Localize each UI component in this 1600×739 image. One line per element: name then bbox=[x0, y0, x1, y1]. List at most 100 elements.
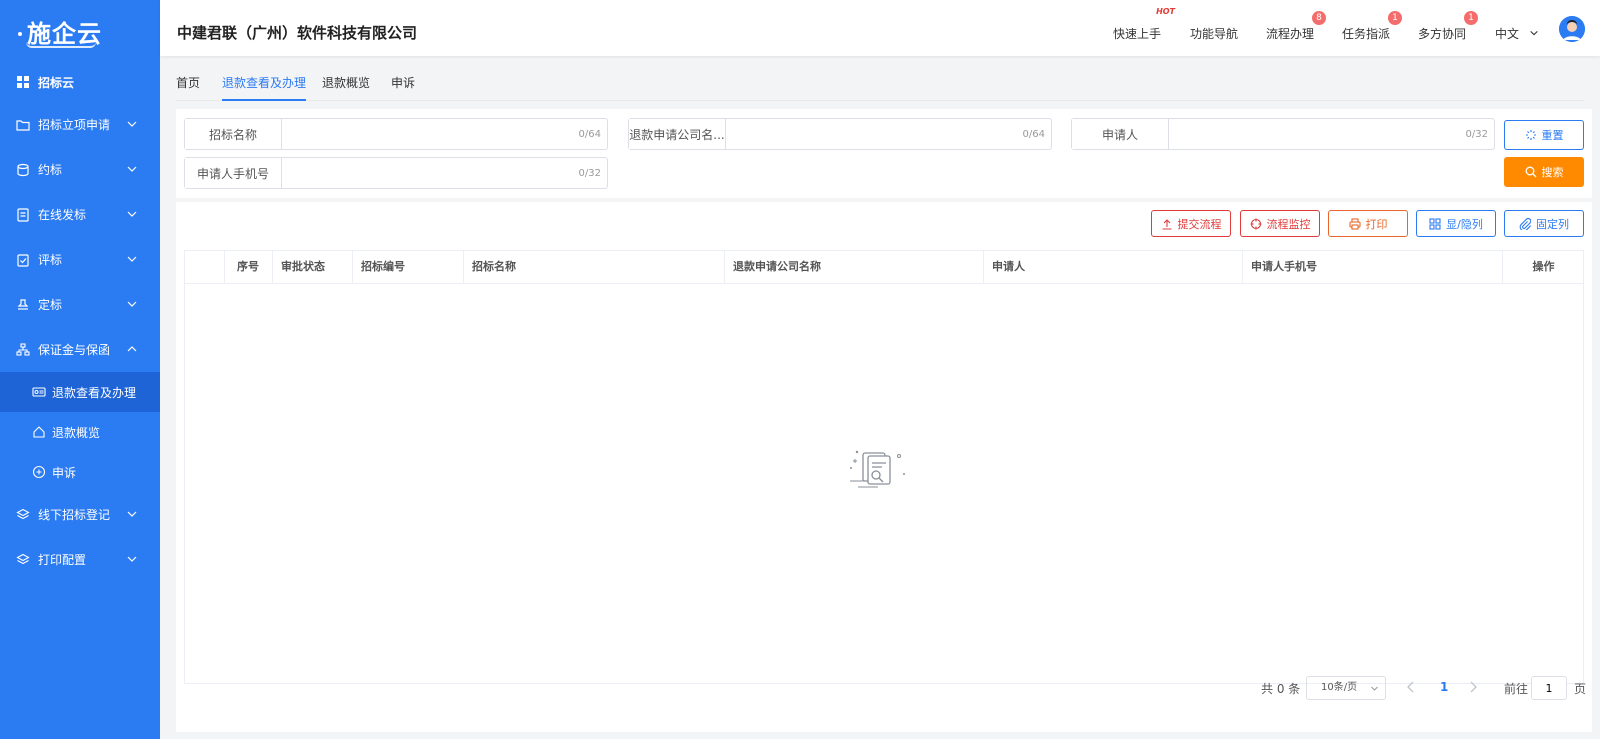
search-icon bbox=[1525, 166, 1536, 178]
stamp-icon bbox=[17, 298, 29, 310]
process-monitor-button[interactable]: 流程监控 bbox=[1240, 210, 1320, 237]
sidebar-item-label: 保证金与保函 bbox=[38, 343, 111, 357]
fix-columns-label: 固定列 bbox=[1536, 217, 1569, 231]
printer-icon bbox=[1348, 217, 1361, 230]
sidebar-subitem-label: 退款查看及办理 bbox=[52, 385, 137, 400]
sidebar-subitem-refund-overview[interactable]: 退款概览 bbox=[0, 412, 160, 452]
notification-badge: 1 bbox=[1388, 11, 1403, 25]
search-field-bid-name: 招标名称 0/64 bbox=[184, 118, 608, 150]
id-card-icon bbox=[32, 387, 46, 397]
print-label: 打印 bbox=[1365, 217, 1388, 231]
bid-name-input[interactable] bbox=[282, 119, 579, 149]
page-size-label: 10条/页 bbox=[1321, 682, 1358, 693]
column-header-checkbox[interactable] bbox=[185, 251, 225, 283]
checklist-icon bbox=[17, 253, 29, 267]
folder-icon bbox=[16, 119, 30, 131]
reset-button[interactable]: 重置 bbox=[1504, 120, 1584, 150]
nav-process-handle[interactable]: 流程办理 8 bbox=[1266, 11, 1327, 42]
char-counter: 0/32 bbox=[1465, 128, 1488, 140]
language-selector[interactable]: 中文 bbox=[1495, 25, 1539, 42]
sidebar-item-project-apply[interactable]: 招标立项申请 bbox=[0, 102, 160, 147]
toggle-columns-button[interactable]: 显/隐列 bbox=[1416, 210, 1496, 237]
chevron-down-icon bbox=[1371, 686, 1378, 691]
sidebar-item-label: 定标 bbox=[38, 298, 63, 312]
layers-icon bbox=[16, 508, 30, 519]
char-counter: 0/32 bbox=[578, 167, 601, 179]
goto-page-input[interactable] bbox=[1531, 676, 1567, 700]
layers-icon bbox=[16, 553, 30, 564]
applicant-input[interactable] bbox=[1169, 119, 1466, 149]
sidebar-item-award[interactable]: 定标 bbox=[0, 282, 160, 327]
user-avatar[interactable] bbox=[1559, 16, 1585, 42]
column-header-applicant-phone: 申请人手机号 bbox=[1243, 251, 1503, 283]
sidebar-item-label: 评标 bbox=[38, 253, 63, 267]
column-header-company-name: 退款申请公司名称 bbox=[725, 251, 984, 283]
empty-data-icon bbox=[850, 450, 905, 488]
next-page-icon[interactable] bbox=[1468, 681, 1478, 693]
chevron-down-icon bbox=[127, 166, 137, 172]
search-field-applicant-phone: 申请人手机号 0/32 bbox=[184, 157, 608, 189]
data-table: 序号 审批状态 招标编号 招标名称 退款申请公司名称 申请人 申请人手机号 操作 bbox=[184, 250, 1584, 684]
field-label: 申请人 bbox=[1072, 119, 1169, 149]
nav-feature-guide[interactable]: 功能导航 bbox=[1190, 25, 1238, 42]
chevron-down-icon bbox=[1530, 30, 1538, 36]
page-size-select[interactable]: 10条/页 bbox=[1306, 676, 1386, 700]
nav-label: 任务指派 bbox=[1342, 27, 1391, 41]
field-label: 退款申请公司名... bbox=[629, 119, 726, 149]
nav-collaboration[interactable]: 多方协同 1 bbox=[1418, 11, 1479, 42]
toggle-columns-label: 显/隐列 bbox=[1446, 217, 1483, 231]
brand-logo[interactable]: 施企云 bbox=[0, 0, 160, 62]
sidebar-subitem-refund-view[interactable]: 退款查看及办理 bbox=[0, 372, 160, 412]
home-icon bbox=[33, 426, 45, 438]
fix-columns-button[interactable]: 固定列 bbox=[1504, 210, 1584, 237]
org-chart-icon bbox=[16, 342, 30, 356]
page-tabs: 首页 退款查看及办理 退款概览 申诉 bbox=[176, 74, 1584, 101]
column-header-actions: 操作 bbox=[1532, 260, 1555, 273]
sidebar-subitem-label: 申诉 bbox=[52, 465, 77, 480]
search-field-company-name: 退款申请公司名... 0/64 bbox=[628, 118, 1052, 150]
search-label: 搜索 bbox=[1541, 166, 1564, 179]
chevron-up-icon bbox=[127, 346, 137, 352]
nav-task-assign[interactable]: 任务指派 1 bbox=[1342, 11, 1403, 42]
applicant-phone-input[interactable] bbox=[282, 158, 579, 188]
reset-label: 重置 bbox=[1541, 129, 1564, 142]
print-button[interactable]: 打印 bbox=[1328, 210, 1408, 237]
company-name: 中建君联（广州）软件科技有限公司 bbox=[177, 24, 418, 42]
nav-quick-start[interactable]: 快速上手 HOT bbox=[1113, 7, 1175, 42]
table-panel: 提交流程 流程监控 打印 显/隐列 固定列 序号 审批状态 招标编号 招标名称 … bbox=[176, 202, 1592, 732]
nav-label: 多方协同 bbox=[1418, 27, 1467, 41]
goto-suffix: 页 bbox=[1574, 682, 1587, 696]
document-icon bbox=[17, 207, 29, 222]
goto-prefix: 前往 bbox=[1504, 682, 1529, 696]
submit-process-button[interactable]: 提交流程 bbox=[1151, 210, 1231, 237]
prev-page-icon[interactable] bbox=[1406, 681, 1416, 693]
sidebar-item-offline-register[interactable]: 线下招标登记 bbox=[0, 492, 160, 537]
sidebar-item-label: 线下招标登记 bbox=[38, 508, 111, 522]
sidebar-item-online-bid[interactable]: 在线发标 bbox=[0, 192, 160, 237]
sidebar-item-zhaobiaoyun[interactable]: 招标云 bbox=[0, 62, 160, 102]
sidebar-subitem-label: 退款概览 bbox=[52, 425, 101, 440]
sidebar-item-label: 招标云 bbox=[38, 75, 75, 90]
paperclip-icon bbox=[1519, 217, 1531, 230]
sidebar-subitem-appeal[interactable]: 申诉 bbox=[0, 452, 160, 492]
tab-refund-overview[interactable]: 退款概览 bbox=[322, 74, 370, 101]
logo-swoosh bbox=[26, 42, 96, 48]
sidebar-item-yuebiao[interactable]: 约标 bbox=[0, 147, 160, 192]
column-header-bid-name: 招标名称 bbox=[464, 251, 725, 283]
company-name-input[interactable] bbox=[726, 119, 1023, 149]
current-page[interactable]: 1 bbox=[1440, 680, 1448, 694]
hot-tag: HOT bbox=[1156, 7, 1176, 16]
tab-appeal[interactable]: 申诉 bbox=[391, 74, 415, 101]
sidebar-item-deposit[interactable]: 保证金与保函 bbox=[0, 327, 160, 372]
field-label: 招标名称 bbox=[185, 119, 282, 149]
tab-home[interactable]: 首页 bbox=[176, 74, 200, 101]
search-button[interactable]: 搜索 bbox=[1504, 157, 1584, 187]
language-label: 中文 bbox=[1495, 27, 1520, 41]
tab-refund-view[interactable]: 退款查看及办理 bbox=[222, 74, 307, 101]
sidebar-item-print-config[interactable]: 打印配置 bbox=[0, 537, 160, 582]
column-header-index: 序号 bbox=[225, 251, 273, 283]
crosshair-icon bbox=[1250, 218, 1261, 229]
field-label: 申请人手机号 bbox=[185, 158, 282, 188]
sidebar-item-evaluation[interactable]: 评标 bbox=[0, 237, 160, 282]
sidebar-item-label: 在线发标 bbox=[38, 208, 87, 222]
